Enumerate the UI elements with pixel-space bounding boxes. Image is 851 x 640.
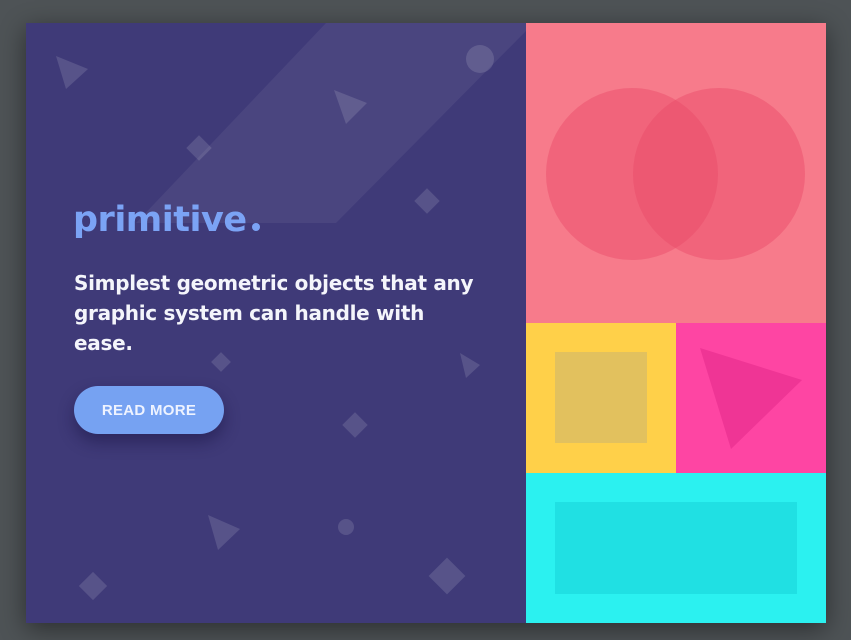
brand-name: primitive <box>73 200 247 240</box>
triangle-icon <box>700 348 802 449</box>
diamond-shape <box>428 557 466 595</box>
circles-tile <box>526 23 826 323</box>
diamond-shape <box>414 188 440 214</box>
triangle-shape <box>56 56 88 89</box>
circle-shape <box>338 519 354 535</box>
hero-card: primitive Simplest geometric objects tha… <box>26 23 826 623</box>
triangle-shape <box>208 515 240 550</box>
rectangle-tile <box>526 473 826 623</box>
read-more-button[interactable]: READ MORE <box>74 386 224 434</box>
square-icon <box>555 352 647 443</box>
circle-shape <box>466 45 494 73</box>
square-tile <box>526 323 676 473</box>
brand-dot <box>251 223 260 231</box>
brand-logo: primitive <box>73 203 260 238</box>
shapes-grid <box>526 23 826 623</box>
diamond-shape <box>78 571 108 601</box>
diamond-shape <box>186 135 212 161</box>
intro-panel: primitive Simplest geometric objects tha… <box>26 23 526 623</box>
tagline: Simplest geometric objects that any grap… <box>74 271 474 355</box>
triangle-tile <box>676 323 826 473</box>
overlapping-circles-icon <box>546 88 805 260</box>
triangle-shape <box>334 90 367 124</box>
diamond-shape <box>342 412 368 438</box>
rectangle-icon <box>555 502 797 594</box>
